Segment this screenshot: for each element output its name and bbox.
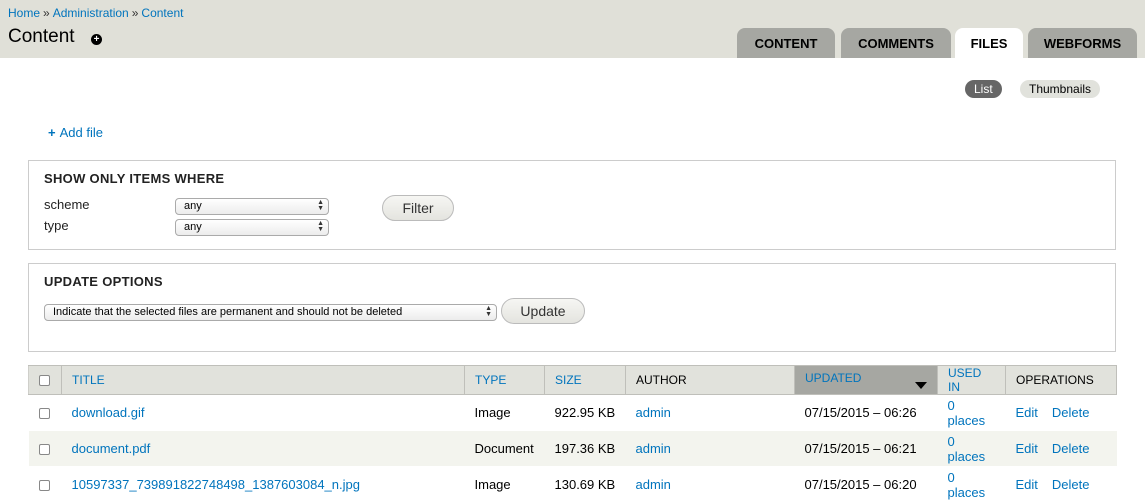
title-cell: download.gif [61,394,465,431]
update-operation-select[interactable]: Indicate that the selected files are per… [44,304,497,321]
tab-files[interactable]: FILES [955,28,1023,58]
scheme-select[interactable]: any ▲ ▼ [175,198,329,215]
file-title-link[interactable]: 10597337_739891822748498_1387603084_n.jp… [72,477,360,492]
author-cell: admin [625,394,795,431]
filter-button[interactable]: Filter [382,195,454,221]
select-all-cell [28,365,62,395]
page-header: Home» Administration» Content Content + CO… [0,0,1145,58]
breadcrumb: Home» Administration» Content [8,6,183,20]
select-arrows-icon: ▲ ▼ [317,220,324,233]
row-select-cell [28,430,62,467]
add-shortcut-icon[interactable]: + [91,34,102,45]
breadcrumb-administration[interactable]: Administration [53,6,129,20]
row-select-cell [28,466,62,503]
updated-cell: 07/15/2015 – 06:21 [794,430,938,467]
used-in-link[interactable]: 0 places [948,470,986,500]
select-arrows-icon: ▲ ▼ [485,305,492,318]
breadcrumb-separator: » [43,6,50,20]
sort-used-in-link[interactable]: USED IN [948,366,981,394]
select-all-checkbox[interactable] [39,375,50,387]
add-file-link[interactable]: + Add file [48,125,103,140]
update-operation-value: Indicate that the selected files are per… [53,306,403,318]
breadcrumb-separator: » [131,6,139,20]
table-row: document.pdf Document 197.36 KB admin 07… [28,430,1117,467]
used-in-cell: 0 places [937,394,1006,431]
delete-link[interactable]: Delete [1052,405,1090,420]
author-link[interactable]: admin [636,405,671,420]
updated-cell: 07/15/2015 – 06:26 [794,394,938,431]
author-cell: admin [625,430,795,467]
tab-webforms[interactable]: WEBFORMS [1028,28,1137,58]
file-title-link[interactable]: download.gif [72,405,145,420]
breadcrumb-content[interactable]: Content [141,6,183,20]
table-header-row: TITLE TYPE SIZE AUTHOR UPDATED USED IN O… [28,365,1117,395]
used-in-link[interactable]: 0 places [948,398,986,428]
filter-legend: SHOW ONLY ITEMS WHERE [44,171,225,186]
row-checkbox[interactable] [38,444,50,456]
update-button[interactable]: Update [501,298,585,324]
operations-cell: Edit Delete [1005,394,1117,431]
sort-title-link[interactable]: TITLE [72,373,105,387]
type-select-value: any [184,221,202,233]
column-type[interactable]: TYPE [464,365,545,395]
select-arrows-icon: ▲ ▼ [317,199,324,212]
sort-size-link[interactable]: SIZE [555,373,582,387]
delete-link[interactable]: Delete [1052,441,1090,456]
tab-content[interactable]: CONTENT [737,28,835,58]
column-title[interactable]: TITLE [61,365,465,395]
row-select-cell [28,394,62,431]
column-size[interactable]: SIZE [544,365,626,395]
row-checkbox[interactable] [38,408,50,420]
file-title-link[interactable]: document.pdf [72,441,151,456]
title-cell: 10597337_739891822748498_1387603084_n.jp… [61,466,465,503]
edit-link[interactable]: Edit [1016,441,1038,456]
page-title: Content [8,26,75,47]
tab-comments[interactable]: COMMENTS [841,28,951,58]
title-cell: document.pdf [61,430,465,467]
size-cell: 197.36 KB [544,430,626,467]
author-link[interactable]: admin [636,477,671,492]
used-in-cell: 0 places [937,466,1006,503]
column-updated[interactable]: UPDATED [794,365,938,395]
add-file-label: Add file [59,125,103,140]
sort-descending-icon[interactable] [915,382,927,389]
breadcrumb-home[interactable]: Home [8,6,40,20]
plus-icon: + [48,125,56,140]
type-select[interactable]: any ▲ ▼ [175,219,329,236]
type-label: type [44,218,69,233]
delete-link[interactable]: Delete [1052,477,1090,492]
column-author: AUTHOR [625,365,795,395]
type-cell: Image [464,466,545,503]
sort-type-link[interactable]: TYPE [475,373,506,387]
edit-link[interactable]: Edit [1016,477,1038,492]
edit-link[interactable]: Edit [1016,405,1038,420]
sort-updated-link[interactable]: UPDATED [805,371,861,385]
used-in-cell: 0 places [937,430,1006,467]
tab-list[interactable]: List [965,80,1002,98]
size-cell: 130.69 KB [544,466,626,503]
update-options-legend: UPDATE OPTIONS [44,274,163,289]
update-options-fieldset: UPDATE OPTIONS Indicate that the selecte… [28,263,1116,352]
scheme-label: scheme [44,197,90,212]
used-in-link[interactable]: 0 places [948,434,986,464]
type-cell: Document [464,430,545,467]
author-cell: admin [625,466,795,503]
updated-cell: 07/15/2015 – 06:20 [794,466,938,503]
type-cell: Image [464,394,545,431]
author-link[interactable]: admin [636,441,671,456]
table-row: 10597337_739891822748498_1387603084_n.jp… [28,466,1117,503]
column-used-in[interactable]: USED IN [937,365,1006,395]
table-row: download.gif Image 922.95 KB admin 07/15… [28,394,1117,431]
files-table: TITLE TYPE SIZE AUTHOR UPDATED USED IN O… [28,365,1117,503]
filter-fieldset: SHOW ONLY ITEMS WHERE scheme any ▲ ▼ type… [28,160,1116,250]
tab-thumbnails[interactable]: Thumbnails [1020,80,1101,98]
operations-cell: Edit Delete [1005,430,1117,467]
size-cell: 922.95 KB [544,394,626,431]
operations-cell: Edit Delete [1005,466,1117,503]
row-checkbox[interactable] [38,480,50,492]
scheme-select-value: any [184,200,202,212]
column-operations: OPERATIONS [1005,365,1117,395]
